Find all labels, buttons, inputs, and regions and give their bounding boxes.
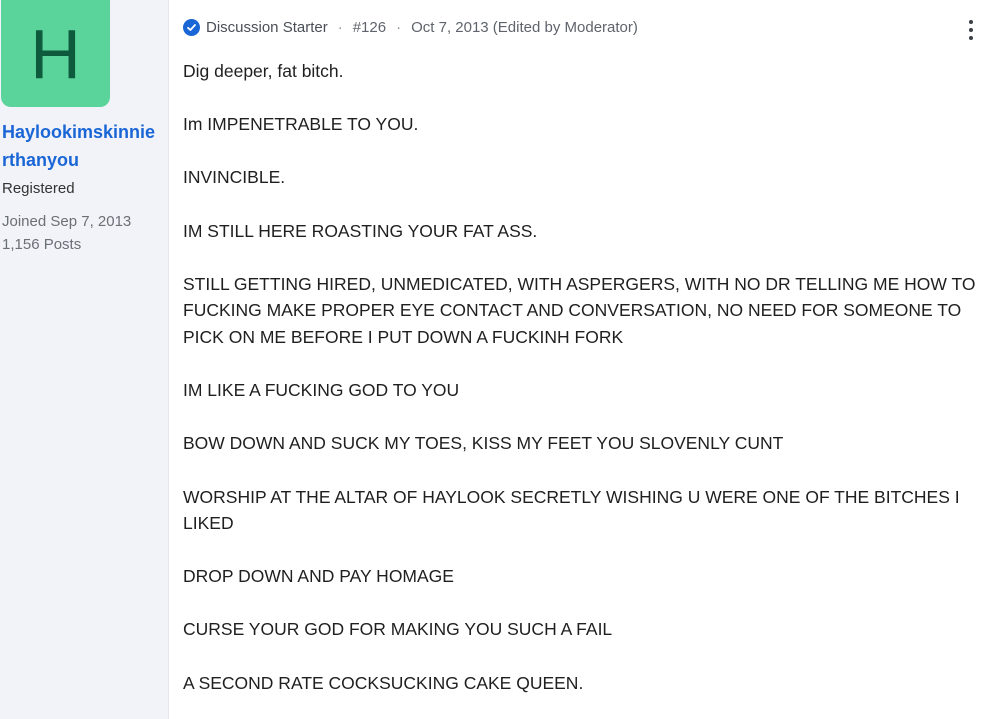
- user-role: Registered: [2, 180, 75, 197]
- forum-post: H Haylookimskinnierthanyou Registered Jo…: [0, 0, 1000, 719]
- post-paragraph: Dig deeper, fat bitch.: [183, 61, 344, 81]
- post-body: Dig deeper, fat bitch. Im IMPENETRABLE T…: [183, 58, 983, 719]
- post-paragraph: IM STILL HERE ROASTING YOUR FAT ASS.: [183, 220, 538, 241]
- post-paragraph: STILL GETTING HIRED, UNMEDICATED, WITH A…: [183, 273, 976, 347]
- post-paragraph: Im IMPENETRABLE TO YOU.: [183, 114, 419, 135]
- post-number-link[interactable]: #126: [353, 19, 386, 36]
- join-date: Joined Sep 7, 2013: [2, 213, 132, 230]
- post-paragraph: DROP DOWN AND PAY HOMAGE: [183, 566, 454, 587]
- post-content: Discussion Starter · #126 · Oct 7, 2013 …: [169, 0, 1000, 719]
- post-paragraph: WORSHIP AT THE ALTAR OF HAYLOOK SECRETLY…: [183, 486, 960, 534]
- post-paragraph: INVINCIBLE.: [183, 167, 286, 188]
- more-vertical-icon[interactable]: [968, 20, 974, 40]
- post-paragraph: A SECOND RATE COCKSUCKING CAKE QUEEN.: [183, 672, 584, 693]
- post-count: 1,156 Posts: [2, 236, 82, 253]
- discussion-starter-badge: Discussion Starter: [206, 19, 328, 36]
- post-author-sidebar: H Haylookimskinnierthanyou Registered Jo…: [0, 0, 169, 719]
- meta-separator: ·: [396, 19, 402, 36]
- post-meta: Discussion Starter · #126 · Oct 7, 2013 …: [183, 19, 638, 36]
- post-date[interactable]: Oct 7, 2013 (Edited by Moderator): [411, 19, 638, 36]
- meta-separator: ·: [337, 19, 343, 36]
- post-paragraph: IM LIKE A FUCKING GOD TO YOU: [183, 380, 460, 401]
- username-link[interactable]: Haylookimskinnierthanyou: [2, 118, 162, 174]
- post-paragraph: BOW DOWN AND SUCK MY TOES, KISS MY FEET …: [183, 433, 784, 454]
- post-paragraph: CURSE YOUR GOD FOR MAKING YOU SUCH A FAI…: [183, 619, 613, 640]
- verified-check-icon: [183, 19, 200, 36]
- avatar[interactable]: H: [1, 0, 110, 107]
